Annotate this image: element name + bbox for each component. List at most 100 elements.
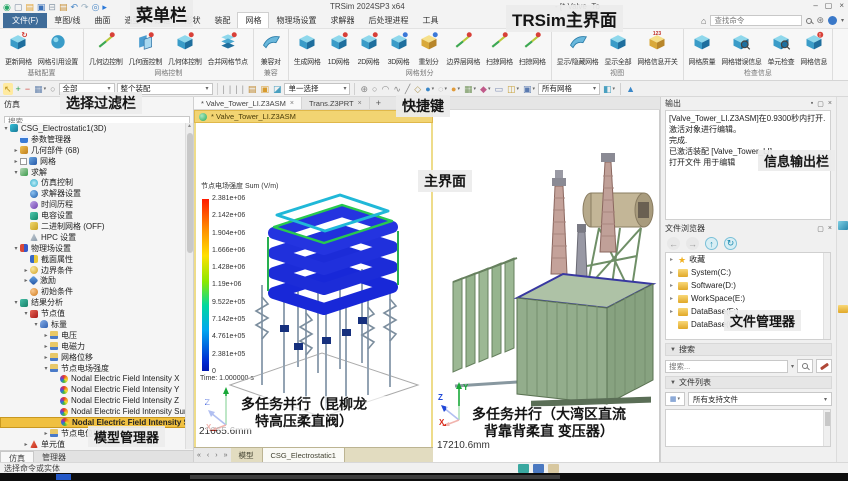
tree-item[interactable]: Nodal Electric Field Intensity X — [0, 373, 186, 384]
tree-item[interactable]: HPC 设置 — [0, 232, 186, 243]
drive-item-2[interactable]: ▸Software(D:) — [666, 279, 830, 292]
filelist-section-header[interactable]: ▼ 文件列表 — [665, 376, 832, 389]
panel-button-icon[interactable]: ▢ — [817, 225, 824, 233]
ribbon-button[interactable]: 网格错误信息 — [718, 30, 764, 67]
undo-icon[interactable]: ↶ — [70, 2, 78, 12]
tree-item[interactable]: 初始条件 — [0, 286, 186, 297]
file-type-select[interactable]: 所有支持文件 ▾ — [688, 392, 832, 406]
tree-item[interactable]: ▸网格位移 — [0, 352, 186, 363]
line-tool-icon[interactable]: ╱ — [404, 83, 411, 95]
spline-tool-icon[interactable]: ∿ — [392, 83, 402, 95]
ribbon-button[interactable]: 兼容对 — [256, 30, 286, 67]
snap-point-icon[interactable]: | — [241, 83, 245, 95]
sheet-nav-icon[interactable]: › — [212, 448, 220, 462]
tree-arrow-icon[interactable]: ▸ — [670, 282, 678, 289]
ribbon-button[interactable]: 边界层网格 — [444, 30, 484, 67]
tree-arrow-icon[interactable]: ▸ — [670, 256, 678, 263]
ribbon-button[interactable]: 网格引用设置 — [35, 30, 81, 67]
target-icon[interactable]: ⊕ — [359, 83, 369, 95]
ribbon-button[interactable]: 单元检查 — [765, 30, 798, 67]
ribbon-button[interactable]: 显示/隐藏网格 — [554, 30, 602, 67]
tree-arrow-icon[interactable]: ▸ — [12, 158, 20, 165]
tree-arrow-icon[interactable]: ▸ — [42, 332, 50, 339]
tree-arrow-icon[interactable]: ▾ — [32, 321, 40, 328]
tree-arrow-icon[interactable]: ▾ — [42, 365, 50, 372]
drive-item-0[interactable]: ▸★收藏 — [666, 253, 830, 266]
tree-item[interactable]: ▾结果分析 — [0, 297, 186, 308]
view-target-icon[interactable]: ◎ — [92, 2, 100, 12]
tree-item[interactable]: 仿真控制 — [0, 177, 186, 188]
ribbon-button[interactable]: 123网格信息开关 — [634, 30, 680, 67]
compass-icon[interactable]: ◆▾ — [479, 83, 491, 95]
search-icon[interactable] — [806, 18, 812, 24]
tree-arrow-icon[interactable]: ▸ — [22, 441, 30, 448]
tree-item[interactable]: 电容设置 — [0, 210, 186, 221]
menu-tab-2[interactable]: 曲面 — [87, 13, 117, 28]
save-icon[interactable]: ▣ — [37, 2, 46, 12]
tree-item[interactable]: ▾物理场设置 — [0, 243, 186, 254]
library-cube-icon[interactable] — [838, 221, 848, 230]
menu-tab-10[interactable]: 后处理进程 — [361, 13, 415, 28]
tree-arrow-icon[interactable]: ▸ — [42, 354, 50, 361]
tree-item[interactable]: ▸几何部件 (68) — [0, 145, 186, 156]
tree-arrow-icon[interactable]: ▾ — [22, 310, 30, 317]
open-assembly-icon[interactable]: ▤ — [59, 2, 68, 12]
forward-icon[interactable]: → — [686, 237, 699, 250]
tree-item[interactable]: 时间历程 — [0, 199, 186, 210]
split-window-icon[interactable]: ◫▾ — [506, 83, 520, 95]
search-section-header[interactable]: ▼ 搜索 — [665, 343, 832, 356]
menu-tab-7[interactable]: 网格 — [237, 12, 269, 28]
panel-button-icon[interactable]: ▢ — [817, 100, 824, 108]
table-view-icon[interactable] — [518, 464, 529, 473]
tree-item[interactable]: ▸网格 — [0, 156, 186, 167]
tree-arrow-icon[interactable]: ▾ — [12, 169, 20, 176]
tree-arrow-icon[interactable]: ▾ — [12, 245, 20, 252]
doc-tab-0[interactable]: * Valve_Tower_LI.Z3ASM× — [194, 97, 302, 109]
folder-icon[interactable]: ▣ — [259, 83, 270, 95]
user-account-icon[interactable] — [828, 16, 837, 25]
print-icon[interactable]: ⊟ — [48, 2, 56, 12]
folder-tab-icon[interactable] — [838, 305, 848, 313]
ribbon-button[interactable]: 1D网格 — [324, 30, 354, 67]
mesh-display-select[interactable]: 所有网格▾ — [538, 83, 600, 95]
menu-tab-11[interactable]: 工具 — [415, 13, 445, 28]
background-icon[interactable]: ▦▾ — [463, 83, 477, 95]
search-go-button[interactable] — [797, 359, 813, 373]
arc-tool-icon[interactable]: ◠ — [380, 83, 390, 95]
checkbox[interactable] — [20, 158, 27, 165]
display-mode-icon[interactable]: ▣▾ — [522, 83, 536, 95]
ribbon-button[interactable]: 合并网格节点 — [205, 30, 251, 67]
import-model-icon[interactable]: ◪ — [272, 83, 283, 95]
sheet-tab-1[interactable]: CSG_Electrostatic1 — [262, 448, 345, 462]
shaded-view-icon[interactable]: ●▾ — [424, 83, 435, 95]
ribbon-button[interactable]: 网格质量 — [686, 30, 719, 67]
menu-tab-9[interactable]: 求解器 — [323, 13, 361, 28]
open-file-icon[interactable]: ▤ — [25, 2, 34, 12]
minimize-icon[interactable]: – — [813, 1, 817, 10]
tree-arrow-icon[interactable]: ▸ — [22, 267, 30, 274]
pan-hand-icon[interactable]: ◇ — [413, 83, 422, 95]
tree-arrow-icon[interactable]: ▾ — [2, 125, 10, 132]
sheet-nav-icon[interactable]: » — [221, 448, 231, 462]
tree-item[interactable]: 截面属性 — [0, 254, 186, 265]
play-icon[interactable]: ▸ — [102, 2, 107, 12]
search-history-dropdown-icon[interactable]: ▾ — [791, 363, 794, 370]
list-filter-icon[interactable]: ▦▾ — [33, 83, 47, 95]
doc-tab-1[interactable]: Trans.Z3PRT× — [302, 97, 370, 109]
ribbon-button[interactable]: 扫掠网格 — [483, 30, 516, 67]
tree-item[interactable]: ▸边界条件 — [0, 265, 186, 276]
add-filter-icon[interactable]: + — [15, 83, 22, 95]
ribbon-button[interactable]: 生成网格 — [291, 30, 324, 67]
tree-item[interactable]: Nodal Electric Field Intensity Y — [0, 384, 186, 395]
app-logo-icon[interactable]: ◉ — [3, 2, 11, 12]
drive-scrollbar[interactable] — [823, 253, 830, 339]
tree-item[interactable]: ▾标量 — [0, 319, 186, 330]
ribbon-button[interactable]: 重划分 — [414, 30, 444, 67]
drive-item-3[interactable]: ▸WorkSpace(E:) — [666, 292, 830, 305]
snap-point-icon[interactable]: | — [234, 83, 238, 95]
tree-item[interactable]: ▾节点值 — [0, 308, 186, 319]
circle-select-icon[interactable]: ○ — [49, 83, 56, 95]
menu-tab-0[interactable]: 文件(F) — [3, 13, 47, 28]
menu-tab-6[interactable]: 装配 — [207, 13, 237, 28]
settings-gear-icon[interactable]: ⊛ — [816, 15, 824, 26]
